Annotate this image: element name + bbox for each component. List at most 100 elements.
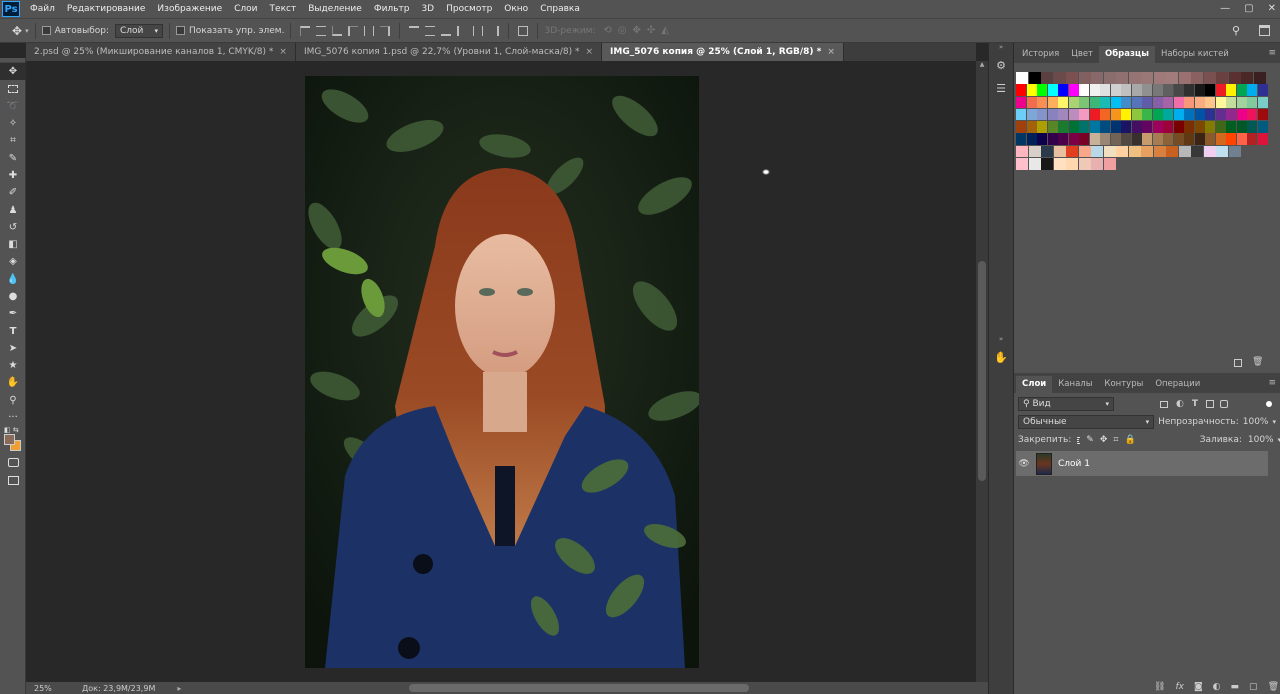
color-swatch[interactable] <box>1016 108 1026 121</box>
color-swatch[interactable] <box>1121 84 1131 96</box>
color-swatch[interactable] <box>1079 84 1089 96</box>
color-swatch[interactable] <box>1173 121 1184 133</box>
magic-wand-icon[interactable]: ✧ <box>0 115 26 132</box>
color-swatch[interactable] <box>1110 84 1121 96</box>
color-swatch[interactable] <box>1047 133 1058 145</box>
panel-menu-icon[interactable]: ≡ <box>1268 48 1276 58</box>
color-swatch[interactable] <box>1078 72 1091 84</box>
distribute-right-icon[interactable] <box>489 25 500 36</box>
color-swatch[interactable] <box>1226 133 1236 145</box>
color-swatch[interactable] <box>1066 72 1078 84</box>
link-layers-icon[interactable]: ⛓ <box>1154 682 1165 692</box>
horizontal-scroll-thumb[interactable] <box>409 684 749 692</box>
more-tools-icon[interactable]: ··· <box>0 409 26 426</box>
color-swatch[interactable] <box>1110 96 1121 109</box>
color-swatch[interactable] <box>1163 133 1173 145</box>
menu-file[interactable]: Файл <box>24 0 61 18</box>
color-swatch[interactable] <box>1068 96 1079 109</box>
color-swatch[interactable] <box>1142 84 1152 96</box>
tab-swatches[interactable]: Образцы <box>1099 46 1155 63</box>
color-swatch[interactable] <box>1215 133 1226 145</box>
clone-stamp-icon[interactable]: ♟ <box>0 201 26 218</box>
add-mask-icon[interactable]: ◙ <box>1194 682 1203 692</box>
color-swatch[interactable] <box>1226 108 1236 121</box>
color-swatch[interactable] <box>1028 158 1041 170</box>
auto-align-icon[interactable] <box>518 25 529 36</box>
panel-menu-icon[interactable]: ≡ <box>1268 378 1276 388</box>
color-swatch[interactable] <box>1191 145 1203 158</box>
eraser-icon[interactable]: ◧ <box>0 236 26 253</box>
color-swatch[interactable] <box>1047 108 1058 121</box>
color-swatch[interactable] <box>1236 84 1247 96</box>
color-swatch[interactable] <box>1116 72 1128 84</box>
filter-type-icon[interactable]: T <box>1192 399 1198 409</box>
3d-roll-icon[interactable]: ◎ <box>618 25 627 36</box>
shape-tool-icon[interactable]: ★ <box>0 357 26 374</box>
autoselect-checkbox[interactable] <box>41 26 51 35</box>
color-swatch[interactable] <box>1037 84 1047 96</box>
color-swatch[interactable] <box>1152 133 1163 145</box>
filter-toggle-icon[interactable] <box>1266 401 1272 407</box>
color-swatch[interactable] <box>1047 121 1058 133</box>
document-image[interactable] <box>305 76 699 668</box>
color-swatch[interactable] <box>1215 84 1226 96</box>
color-swatch[interactable] <box>1058 96 1068 109</box>
color-swatch[interactable] <box>1016 121 1026 133</box>
3d-slide-icon[interactable]: ✣ <box>647 25 655 36</box>
color-swatch[interactable] <box>1016 145 1028 158</box>
layer-row[interactable]: 👁 Слой 1 <box>1016 451 1268 476</box>
color-swatch[interactable] <box>1091 145 1103 158</box>
menu-view[interactable]: Просмотр <box>440 0 498 18</box>
color-swatch[interactable] <box>1066 158 1078 170</box>
move-tool-icon[interactable]: ✥ <box>0 63 26 81</box>
color-swatch[interactable] <box>1173 133 1184 145</box>
align-vcenter-icon[interactable] <box>316 25 327 36</box>
history-brush-icon[interactable]: ↺ <box>0 219 26 236</box>
color-swatch[interactable] <box>1163 84 1173 96</box>
chevron-down-icon[interactable]: ▾ <box>25 27 29 35</box>
color-swatch[interactable] <box>1121 96 1131 109</box>
search-icon[interactable]: ⚲ <box>1232 24 1240 37</box>
align-left-icon[interactable] <box>348 25 359 36</box>
brush-tool-icon[interactable]: ✐ <box>0 184 26 201</box>
swap-colors-icon[interactable]: ◧ ⇆ <box>4 426 19 434</box>
color-swatch[interactable] <box>1163 108 1173 121</box>
tab-paths[interactable]: Контуры <box>1098 376 1149 393</box>
align-hcenter-icon[interactable] <box>364 25 375 36</box>
tab-layers[interactable]: Слои <box>1016 376 1053 393</box>
color-swatch[interactable] <box>1178 145 1191 158</box>
lock-transparency-icon[interactable] <box>1077 436 1080 444</box>
color-swatch[interactable] <box>1110 133 1121 145</box>
zoom-level[interactable]: 25% <box>34 684 62 693</box>
color-swatch[interactable] <box>1184 96 1194 109</box>
color-swatch[interactable] <box>1079 96 1089 109</box>
color-swatch[interactable] <box>1226 121 1236 133</box>
3d-rotate-icon[interactable]: ⟲ <box>603 25 611 36</box>
color-swatch[interactable] <box>1184 121 1194 133</box>
tab-channels[interactable]: Каналы <box>1052 376 1098 393</box>
color-swatch[interactable] <box>1110 108 1121 121</box>
color-swatch[interactable] <box>1194 96 1205 109</box>
menu-type[interactable]: Текст <box>264 0 303 18</box>
color-swatch[interactable] <box>1016 158 1028 170</box>
tab-color[interactable]: Цвет <box>1065 46 1099 63</box>
color-swatch[interactable] <box>1205 84 1215 96</box>
color-swatch[interactable] <box>1100 96 1110 109</box>
color-swatch[interactable] <box>1016 84 1026 96</box>
color-swatch[interactable] <box>1047 96 1058 109</box>
move-tool-icon[interactable]: ✥ <box>12 24 22 38</box>
new-group-icon[interactable]: ▬ <box>1231 682 1240 692</box>
color-swatch[interactable] <box>1236 133 1247 145</box>
color-swatch[interactable] <box>1058 121 1068 133</box>
align-right-icon[interactable] <box>380 25 391 36</box>
color-swatch[interactable] <box>1205 133 1215 145</box>
color-swatch[interactable] <box>1131 108 1142 121</box>
color-swatch[interactable] <box>1068 108 1079 121</box>
trash-icon[interactable]: 🗑 <box>1268 682 1279 692</box>
color-swatch[interactable] <box>1131 133 1142 145</box>
dodge-tool-icon[interactable]: ● <box>0 288 26 305</box>
visibility-eye-icon[interactable]: 👁 <box>1016 459 1032 469</box>
color-swatch[interactable] <box>1215 121 1226 133</box>
quick-mask-icon[interactable] <box>0 454 26 471</box>
close-icon[interactable]: × <box>585 47 593 57</box>
